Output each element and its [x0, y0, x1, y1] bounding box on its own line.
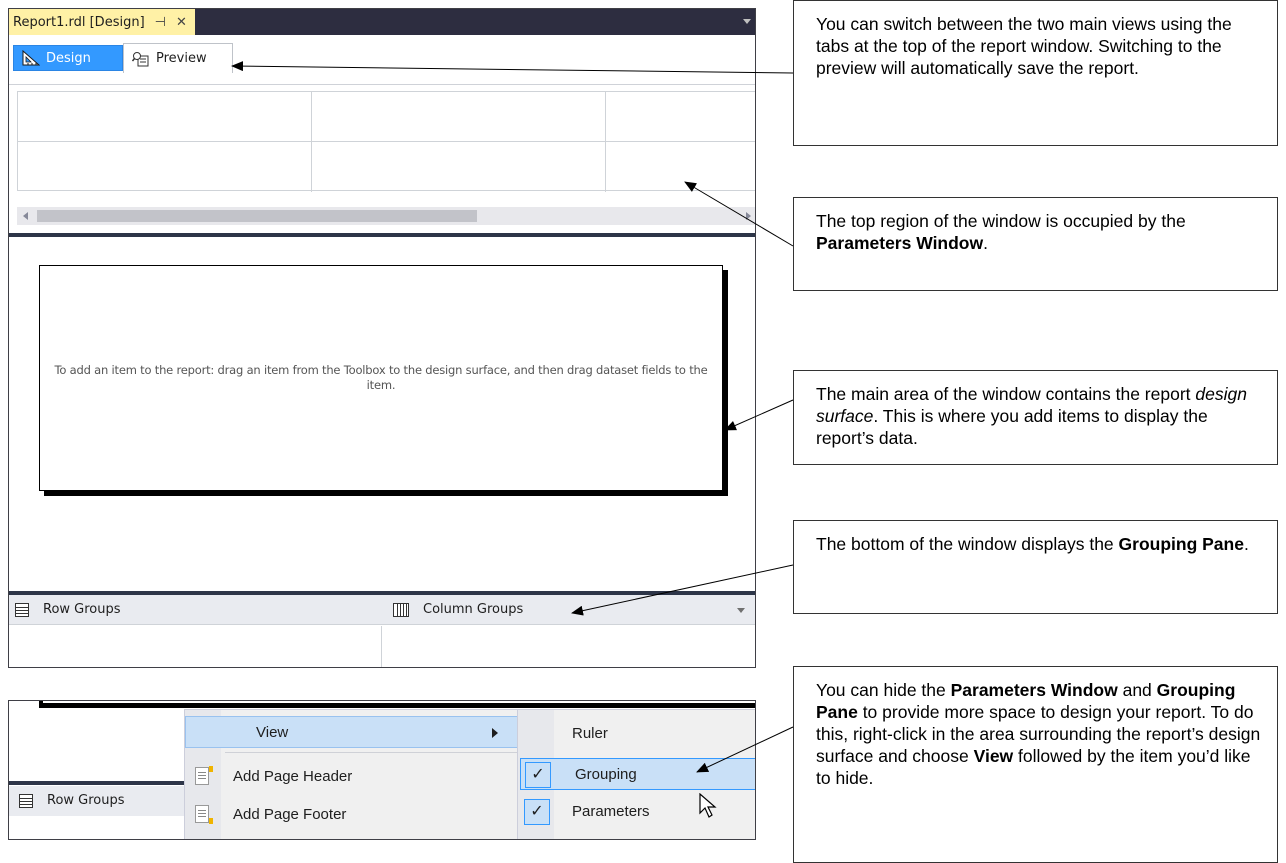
menu-item-view[interactable]: View [185, 716, 523, 748]
column-groups-icon [393, 602, 409, 617]
callout-text: . [983, 233, 988, 253]
report-designer-window: Report1.rdl [Design] ⊣ ✕ Design Preview [8, 8, 756, 668]
callout-bold: Grouping Pane [1118, 534, 1244, 554]
callout-bold: Parameters Window [816, 233, 984, 253]
pin-icon[interactable]: ⊣ [155, 15, 166, 30]
document-tab-strip: Report1.rdl [Design] ⊣ ✕ [9, 9, 755, 35]
submenu-item-grouping[interactable]: ✓ Grouping [520, 758, 755, 790]
report-design-surface[interactable]: To add an item to the report: drag an it… [39, 265, 723, 491]
menu-separator [225, 752, 519, 753]
submenu-item-parameters-label: Parameters [572, 803, 650, 820]
parameter-cell[interactable] [606, 142, 755, 192]
callout-text: The bottom of the window displays the [816, 534, 1119, 554]
menu-item-add-page-header[interactable]: Add Page Header [185, 760, 523, 792]
callout-text: The top region of the window is occupied… [816, 211, 1186, 231]
submenu-item-grouping-label: Grouping [575, 766, 637, 783]
column-groups-header: Column Groups [393, 602, 523, 617]
menu-item-add-page-header-label: Add Page Header [233, 767, 353, 785]
parameter-cell[interactable] [18, 92, 312, 142]
submenu-item-ruler[interactable]: Ruler [518, 718, 755, 750]
scroll-left-icon[interactable] [23, 212, 28, 220]
menu-item-add-page-footer[interactable]: Add Page Footer [185, 798, 523, 830]
preview-icon [131, 51, 150, 67]
parameter-cell[interactable] [606, 92, 755, 142]
row-groups-header: Row Groups [15, 602, 121, 617]
check-icon: ✓ [525, 762, 551, 788]
view-tab-bar: Design Preview [9, 35, 755, 85]
design-ruler-icon [22, 49, 41, 66]
page-footer-icon [195, 805, 213, 824]
tab-preview[interactable]: Preview [123, 43, 233, 73]
callout-parameters-window: The top region of the window is occupied… [793, 197, 1278, 291]
callout-bold: Parameters Window [950, 680, 1118, 700]
context-menu-screenshot: Row Groups View Add Page Header Add Page… [8, 700, 756, 840]
callout-text: and [1117, 680, 1157, 700]
grouping-pane-divider [381, 626, 382, 667]
parameter-cell[interactable] [312, 142, 606, 192]
submenu-arrow-icon [492, 728, 498, 738]
submenu-item-parameters[interactable]: ✓ Parameters [518, 796, 755, 828]
view-submenu: Ruler ✓ Grouping ✓ Parameters [517, 709, 755, 839]
menu-item-add-page-footer-label: Add Page Footer [233, 805, 347, 823]
menu-item-view-label: View [256, 723, 289, 741]
grouping-pane-dropdown-icon[interactable] [737, 608, 745, 613]
callout-text: . [1243, 534, 1249, 554]
parameters-window[interactable] [17, 91, 755, 192]
row-groups-label: Row Groups [43, 602, 121, 617]
tab-preview-label: Preview [156, 51, 207, 66]
parameter-cell[interactable] [312, 92, 606, 142]
callout-bold: View [973, 746, 1014, 766]
row-groups-label: Row Groups [47, 793, 125, 808]
row-groups-icon [19, 793, 33, 808]
callout-text: The main area of the window contains the… [816, 384, 1196, 404]
design-surface-hint: To add an item to the report: drag an it… [54, 363, 708, 392]
grouping-pane-body[interactable] [9, 626, 755, 667]
submenu-item-ruler-label: Ruler [572, 725, 608, 742]
tab-design[interactable]: Design [13, 45, 123, 71]
callout-text: You can hide the [816, 680, 951, 700]
callout-hide-panes: You can hide the Parameters Window and G… [793, 666, 1278, 863]
parameter-cell[interactable] [18, 142, 312, 192]
mouse-cursor-icon [699, 793, 717, 818]
context-menu: View Add Page Header Add Page Footer [184, 709, 524, 839]
grouping-pane-header: Row Groups Column Groups [9, 595, 755, 625]
design-surface-edge [39, 703, 755, 708]
design-surface-corner [39, 701, 43, 707]
parameters-horizontal-scrollbar[interactable] [17, 207, 755, 225]
scroll-right-icon[interactable] [746, 212, 751, 220]
scrollbar-thumb[interactable] [37, 210, 477, 222]
tab-design-label: Design [46, 50, 91, 66]
column-groups-label: Column Groups [423, 602, 524, 617]
callout-view-tabs-text: You can switch between the two main view… [816, 14, 1232, 78]
document-tab-label: Report1.rdl [Design] [13, 14, 145, 30]
page-header-icon [195, 766, 213, 785]
document-tab[interactable]: Report1.rdl [Design] ⊣ ✕ [9, 9, 195, 35]
row-groups-header: Row Groups [19, 793, 125, 808]
check-icon: ✓ [524, 799, 550, 825]
row-groups-icon [15, 602, 29, 617]
callout-text: . This is where you add items to display… [816, 406, 1208, 448]
close-icon[interactable]: ✕ [176, 15, 187, 30]
window-dropdown-icon[interactable] [743, 19, 751, 24]
callout-design-surface: The main area of the window contains the… [793, 370, 1278, 465]
callout-grouping-pane: The bottom of the window displays the Gr… [793, 520, 1278, 614]
callout-view-tabs: You can switch between the two main view… [793, 0, 1278, 146]
